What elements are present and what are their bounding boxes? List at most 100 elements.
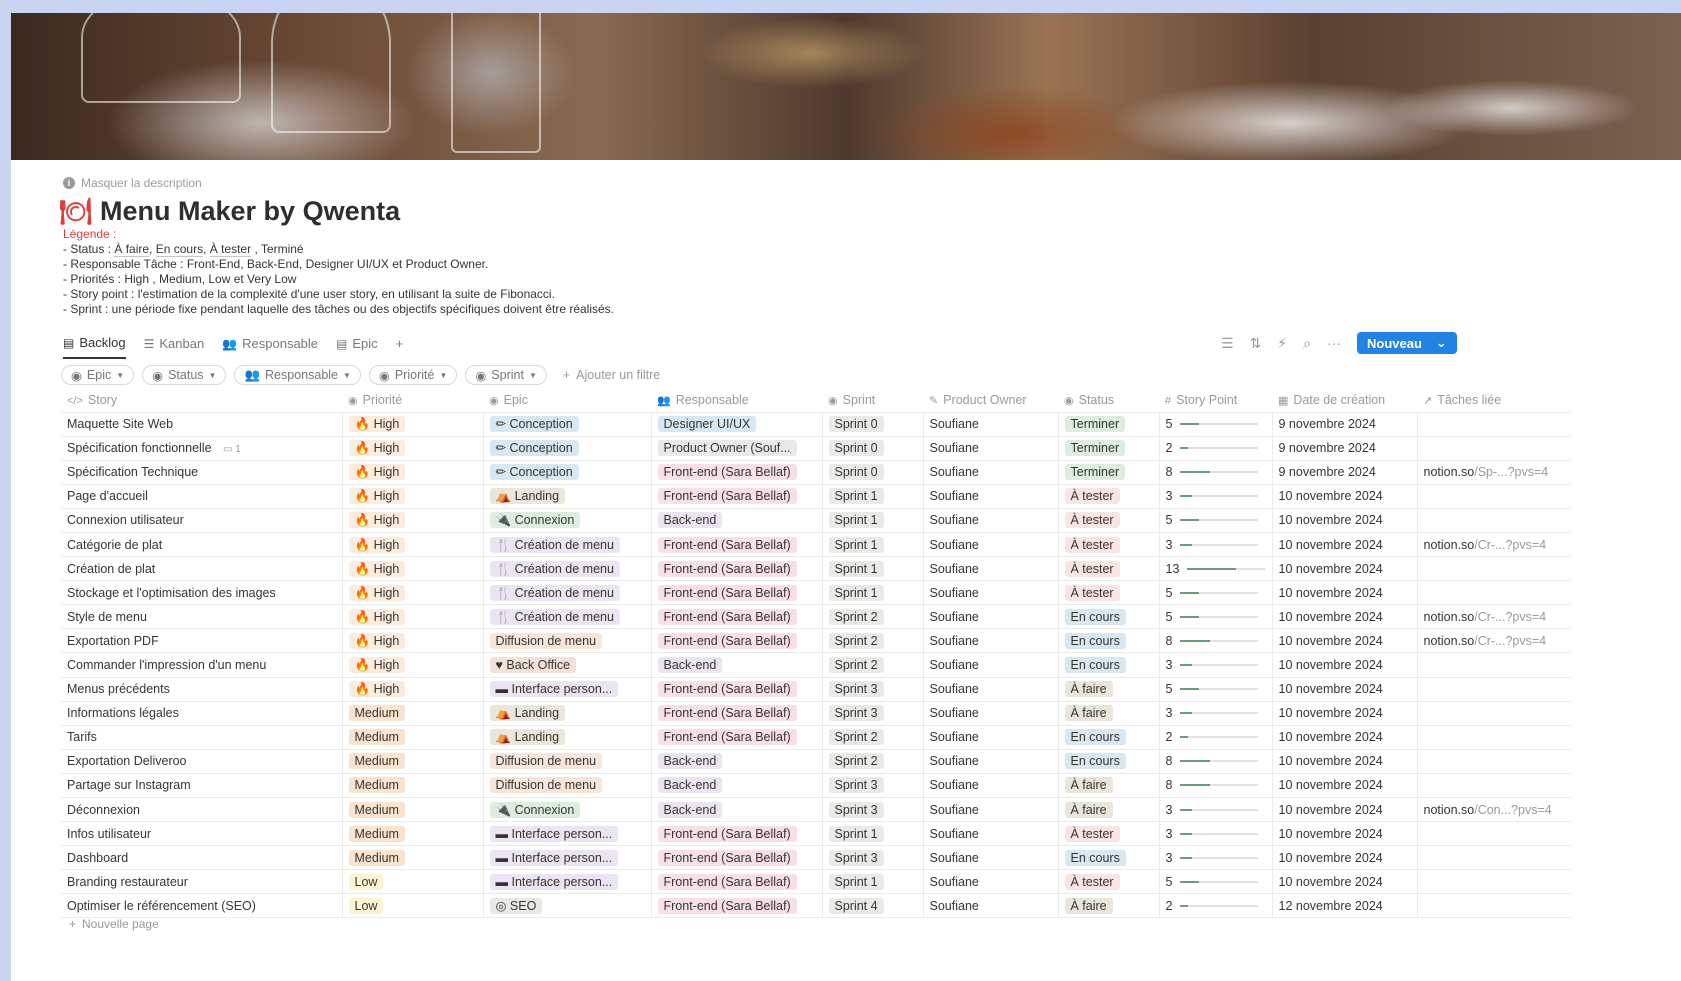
cell-status[interactable]: À tester [1058, 556, 1160, 582]
cell-priorite[interactable]: Medium [342, 773, 484, 799]
filter-responsable[interactable]: 👥 Responsable ▼ [234, 365, 361, 385]
cell-date[interactable]: 10 novembre 2024 [1272, 677, 1418, 702]
column-header-responsable[interactable]: 👥 Responsable [651, 388, 822, 413]
cell-story[interactable]: Branding restaurateur [61, 869, 343, 895]
cell-sprint[interactable]: Sprint 3 [822, 773, 924, 799]
new-page-button[interactable]: + Nouvelle page [69, 917, 159, 931]
cell-taches[interactable]: notion.so/Cr-...?pvs=4 [1417, 532, 1571, 558]
cell-epic[interactable]: Diffusion de menu [483, 749, 652, 774]
cell-responsable[interactable]: Back-end [651, 508, 823, 533]
column-header-taches[interactable]: ↗ Tâches liée [1417, 388, 1571, 413]
cell-story-point[interactable]: 3 [1159, 701, 1273, 726]
cell-responsable[interactable]: Front-end (Sara Bellaf) [651, 893, 823, 919]
cell-story-point[interactable]: 8 [1159, 460, 1273, 485]
table-row[interactable]: Dashboard Medium ▬ Interface person... F… [61, 845, 1571, 871]
cell-story[interactable]: Création de plat [61, 556, 343, 582]
cell-story-point[interactable]: 3 [1159, 652, 1273, 678]
cell-sprint[interactable]: Sprint 2 [822, 749, 924, 774]
cell-status[interactable]: À tester [1058, 821, 1160, 847]
cell-status[interactable]: À tester [1058, 508, 1160, 533]
cell-status[interactable]: En cours [1058, 652, 1160, 678]
filter-epic[interactable]: ◉ Epic ▼ [61, 365, 135, 385]
cell-product-owner[interactable]: Soufiane [923, 484, 1059, 509]
tab-epic[interactable]: ▤ Epic [336, 335, 378, 359]
cell-date[interactable]: 10 novembre 2024 [1272, 556, 1418, 582]
cell-priorite[interactable]: Medium [342, 845, 484, 871]
cell-story[interactable]: Dashboard [61, 845, 343, 871]
cell-priorite[interactable]: 🔥 High [342, 652, 484, 678]
cell-product-owner[interactable]: Soufiane [923, 412, 1059, 437]
cell-epic[interactable]: ✏ Conception [483, 460, 652, 485]
search-icon[interactable]: ⌕ [1303, 335, 1311, 352]
table-row[interactable]: Catégorie de plat 🔥 High 🍴 Création de m… [61, 532, 1571, 558]
cell-taches[interactable] [1417, 412, 1571, 437]
cell-story[interactable]: Exportation PDF [61, 628, 343, 654]
column-header-priorite[interactable]: ◉ Priorité [342, 388, 483, 413]
cell-product-owner[interactable]: Soufiane [923, 725, 1059, 750]
cell-product-owner[interactable]: Soufiane [923, 628, 1059, 654]
cell-epic[interactable]: ⛺ Landing [483, 725, 652, 750]
cell-story[interactable]: Spécification fonctionnelle ▭ 1 [61, 436, 343, 461]
cell-date[interactable]: 10 novembre 2024 [1272, 821, 1418, 847]
cell-story-point[interactable]: 5 [1159, 869, 1273, 895]
cell-date[interactable]: 10 novembre 2024 [1272, 797, 1418, 823]
table-row[interactable]: Optimiser le référencement (SEO) Low ◎ S… [61, 893, 1571, 919]
cell-status[interactable]: À faire [1058, 773, 1160, 799]
cell-product-owner[interactable]: Soufiane [923, 508, 1059, 533]
cell-taches[interactable] [1417, 773, 1571, 799]
cell-taches[interactable] [1417, 677, 1571, 702]
table-row[interactable]: Branding restaurateur Low ▬ Interface pe… [61, 869, 1571, 895]
cell-status[interactable]: À faire [1058, 677, 1160, 702]
cell-product-owner[interactable]: Soufiane [923, 580, 1059, 606]
cell-story-point[interactable]: 3 [1159, 484, 1273, 509]
cell-status[interactable]: En cours [1058, 845, 1160, 871]
column-header-epic[interactable]: ◉ Epic [483, 388, 651, 413]
cell-status[interactable]: À tester [1058, 580, 1160, 606]
cell-responsable[interactable]: Front-end (Sara Bellaf) [651, 869, 823, 895]
cell-product-owner[interactable]: Soufiane [923, 869, 1059, 895]
cell-priorite[interactable]: Medium [342, 797, 484, 823]
cell-product-owner[interactable]: Soufiane [923, 749, 1059, 774]
sort-icon[interactable]: ⇅ [1250, 335, 1262, 352]
cell-taches[interactable]: notion.so/Con...?pvs=4 [1417, 797, 1571, 823]
table-row[interactable]: Commander l'impression d'un menu 🔥 High … [61, 652, 1571, 678]
cell-taches[interactable] [1417, 749, 1571, 774]
cell-taches[interactable] [1417, 556, 1571, 582]
cell-status[interactable]: Terminer [1058, 460, 1160, 485]
cell-sprint[interactable]: Sprint 1 [822, 484, 924, 509]
cell-status[interactable]: À faire [1058, 893, 1160, 919]
cell-epic[interactable]: 🍴 Création de menu [483, 604, 652, 630]
cell-sprint[interactable]: Sprint 0 [822, 412, 924, 437]
cell-responsable[interactable]: Front-end (Sara Bellaf) [651, 532, 823, 558]
cell-story[interactable]: Exportation Deliveroo [61, 749, 343, 774]
cell-sprint[interactable]: Sprint 1 [822, 508, 924, 533]
cell-responsable[interactable]: Front-end (Sara Bellaf) [651, 580, 823, 606]
cell-priorite[interactable]: 🔥 High [342, 460, 484, 485]
cell-priorite[interactable]: 🔥 High [342, 556, 484, 582]
cell-story-point[interactable]: 5 [1159, 508, 1273, 533]
cell-taches[interactable]: notion.so/Cr-...?pvs=4 [1417, 628, 1571, 654]
cell-taches[interactable] [1417, 652, 1571, 678]
table-row[interactable]: Stockage et l'optimisation des images 🔥 … [61, 580, 1571, 606]
cell-responsable[interactable]: Back-end [651, 773, 823, 799]
cell-status[interactable]: À tester [1058, 532, 1160, 558]
cell-story-point[interactable]: 13 [1159, 556, 1273, 582]
cell-date[interactable]: 10 novembre 2024 [1272, 628, 1418, 654]
cell-story-point[interactable]: 3 [1159, 845, 1273, 871]
cell-sprint[interactable]: Sprint 2 [822, 628, 924, 654]
cell-priorite[interactable]: 🔥 High [342, 604, 484, 630]
cell-sprint[interactable]: Sprint 0 [822, 460, 924, 485]
cell-taches[interactable] [1417, 484, 1571, 509]
cell-story[interactable]: Catégorie de plat [61, 532, 343, 558]
cell-date[interactable]: 10 novembre 2024 [1272, 580, 1418, 606]
cell-story[interactable]: Spécification Technique [61, 460, 343, 485]
cell-date[interactable]: 10 novembre 2024 [1272, 749, 1418, 774]
cell-taches[interactable] [1417, 893, 1571, 919]
table-row[interactable]: Tarifs Medium ⛺ Landing Front-end (Sara … [61, 725, 1571, 750]
cell-date[interactable]: 10 novembre 2024 [1272, 532, 1418, 558]
cell-product-owner[interactable]: Soufiane [923, 652, 1059, 678]
cell-responsable[interactable]: Product Owner (Souf... [651, 436, 823, 461]
cell-story[interactable]: Maquette Site Web [61, 412, 343, 437]
cell-story-point[interactable]: 5 [1159, 412, 1273, 437]
cell-taches[interactable] [1417, 725, 1571, 750]
